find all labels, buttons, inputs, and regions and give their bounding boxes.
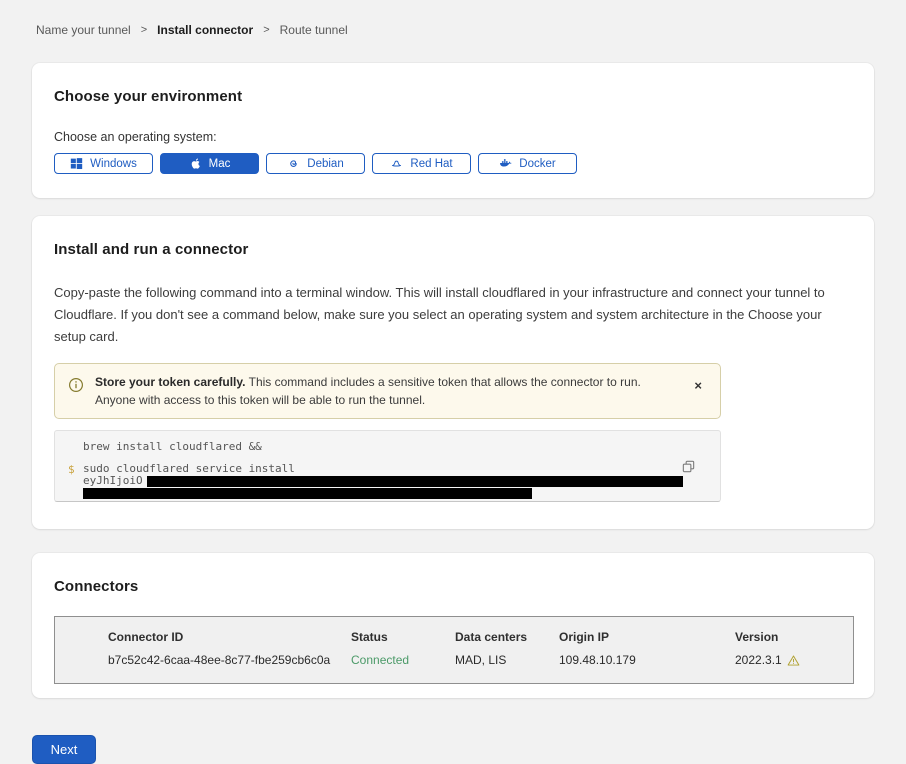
os-button-redhat[interactable]: Red Hat — [372, 153, 471, 174]
os-button-windows[interactable]: Windows — [54, 153, 153, 174]
version-value: 2022.3.1 — [735, 653, 853, 667]
os-button-label: Red Hat — [410, 158, 452, 170]
os-button-docker[interactable]: Docker — [478, 153, 577, 174]
breadcrumb-separator: > — [263, 24, 269, 36]
copy-command-button[interactable] — [679, 457, 698, 479]
breadcrumb-route-tunnel[interactable]: Route tunnel — [280, 23, 348, 37]
connectors-card-title: Connectors — [54, 578, 852, 595]
terminal-line-token: eyJhIjoiO — [83, 475, 692, 487]
connector-id-value: b7c52c42-6caa-48ee-8c77-fbe259cb6c0a — [108, 653, 351, 667]
col-header-connector-id: Connector ID — [108, 630, 351, 644]
breadcrumb-name-your-tunnel[interactable]: Name your tunnel — [36, 23, 131, 37]
redhat-icon — [390, 157, 403, 170]
redacted-token-bar — [83, 488, 532, 499]
os-button-group: Windows Mac Debian Red — [54, 153, 852, 174]
origin-ip-value: 109.48.10.179 — [559, 653, 735, 667]
info-icon — [68, 377, 84, 393]
install-description: Copy-paste the following command into a … — [54, 282, 852, 348]
token-warning-banner: Store your token carefully. This command… — [54, 363, 721, 419]
environment-card-title: Choose your environment — [54, 88, 852, 105]
token-prefix: eyJhIjoiO — [83, 474, 143, 487]
version-number: 2022.3.1 — [735, 653, 782, 667]
install-card-title: Install and run a connector — [54, 241, 852, 258]
warning-message: Store your token carefully. This command… — [95, 373, 677, 409]
os-button-mac[interactable]: Mac — [160, 153, 259, 174]
install-card: Install and run a connector Copy-paste t… — [32, 216, 874, 529]
connectors-table-header: Connector ID Status Data centers Origin … — [108, 630, 853, 644]
terminal-prompt: $ — [68, 463, 75, 476]
copy-icon — [681, 459, 696, 474]
col-header-status: Status — [351, 630, 455, 644]
windows-icon — [70, 157, 83, 170]
breadcrumb: Name your tunnel > Install connector > R… — [32, 0, 874, 37]
os-button-label: Mac — [209, 158, 231, 170]
docker-icon — [499, 157, 512, 170]
warning-triangle-icon — [787, 654, 800, 667]
col-header-data-centers: Data centers — [455, 630, 559, 644]
connectors-card: Connectors Connector ID Status Data cent… — [32, 553, 874, 698]
connectors-table: Connector ID Status Data centers Origin … — [54, 616, 854, 684]
redacted-token-bar — [147, 476, 683, 487]
breadcrumb-separator: > — [141, 24, 147, 36]
os-button-label: Docker — [519, 158, 555, 170]
col-header-origin-ip: Origin IP — [559, 630, 735, 644]
os-button-label: Debian — [307, 158, 343, 170]
breadcrumb-install-connector[interactable]: Install connector — [157, 23, 253, 37]
status-badge: Connected — [351, 653, 455, 667]
terminal-line-brew: brew install cloudflared && — [83, 441, 692, 453]
table-row: b7c52c42-6caa-48ee-8c77-fbe259cb6c0a Con… — [108, 653, 853, 667]
apple-icon — [189, 157, 202, 170]
data-centers-value: MAD, LIS — [455, 653, 559, 667]
next-button[interactable]: Next — [32, 735, 96, 764]
os-button-debian[interactable]: Debian — [266, 153, 365, 174]
environment-card: Choose your environment Choose an operat… — [32, 63, 874, 198]
terminal-line-sudo: sudo cloudflared service install — [83, 463, 692, 475]
close-icon[interactable]: × — [688, 373, 708, 398]
debian-icon — [287, 157, 300, 170]
terminal-line-token-2 — [83, 487, 692, 499]
os-button-label: Windows — [90, 158, 137, 170]
os-select-label: Choose an operating system: — [54, 130, 852, 144]
terminal-command-block: brew install cloudflared && $ sudo cloud… — [54, 430, 721, 502]
page: Name your tunnel > Install connector > R… — [0, 0, 906, 740]
col-header-version: Version — [735, 630, 853, 644]
warning-title: Store your token carefully. — [95, 375, 246, 389]
